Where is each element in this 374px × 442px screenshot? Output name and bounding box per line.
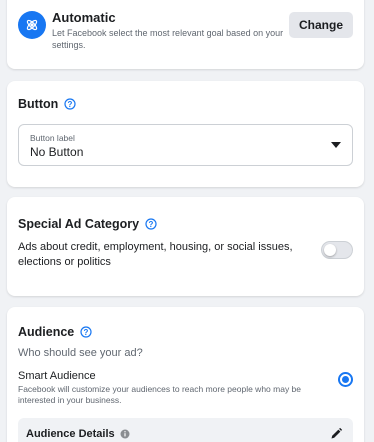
button-section-header: Button ?: [18, 97, 76, 111]
goal-title: Automatic: [52, 10, 116, 25]
select-field-label: Button label: [30, 133, 75, 143]
special-ad-toggle[interactable]: [321, 241, 353, 259]
audience-header: Audience ?: [18, 325, 92, 339]
target-icon: [18, 11, 46, 39]
smart-audience-radio[interactable]: [338, 372, 353, 387]
info-icon[interactable]: ?: [64, 98, 76, 110]
special-ad-card: Special Ad Category ? Ads about credit, …: [7, 197, 364, 296]
goal-description: Let Facebook select the most relevant go…: [52, 28, 284, 50]
caret-down-icon: [331, 142, 341, 148]
select-field-value: No Button: [30, 145, 84, 159]
radio-selected-dot: [342, 376, 349, 383]
audience-question: Who should see your ad?: [18, 347, 143, 359]
audience-details-header: Audience Details: [26, 428, 130, 440]
svg-text:?: ?: [84, 328, 89, 337]
info-circle-icon[interactable]: [120, 429, 130, 439]
audience-details-box: Audience Details: [18, 418, 353, 442]
svg-text:?: ?: [149, 220, 154, 229]
toggle-knob: [324, 244, 336, 256]
special-ad-title: Special Ad Category: [18, 217, 140, 231]
special-ad-header: Special Ad Category ?: [18, 217, 157, 231]
change-button[interactable]: Change: [288, 12, 353, 38]
button-label-select[interactable]: Button label No Button: [18, 124, 353, 166]
button-card: Button ? Button label No Button: [7, 81, 364, 187]
audience-title: Audience: [18, 325, 75, 339]
smart-audience-title: Smart Audience: [18, 370, 96, 382]
special-ad-description: Ads about credit, employment, housing, o…: [18, 241, 293, 268]
pencil-icon[interactable]: [329, 427, 343, 441]
audience-details-title: Audience Details: [26, 428, 115, 440]
goal-card: Automatic Let Facebook select the most r…: [7, 0, 364, 69]
svg-text:?: ?: [68, 100, 73, 109]
button-section-title: Button: [18, 97, 59, 111]
audience-card: Audience ? Who should see your ad? Smart…: [7, 307, 364, 442]
info-icon[interactable]: ?: [145, 218, 157, 230]
smart-audience-description: Facebook will customize your audiences t…: [18, 384, 302, 405]
info-icon[interactable]: ?: [80, 326, 92, 338]
